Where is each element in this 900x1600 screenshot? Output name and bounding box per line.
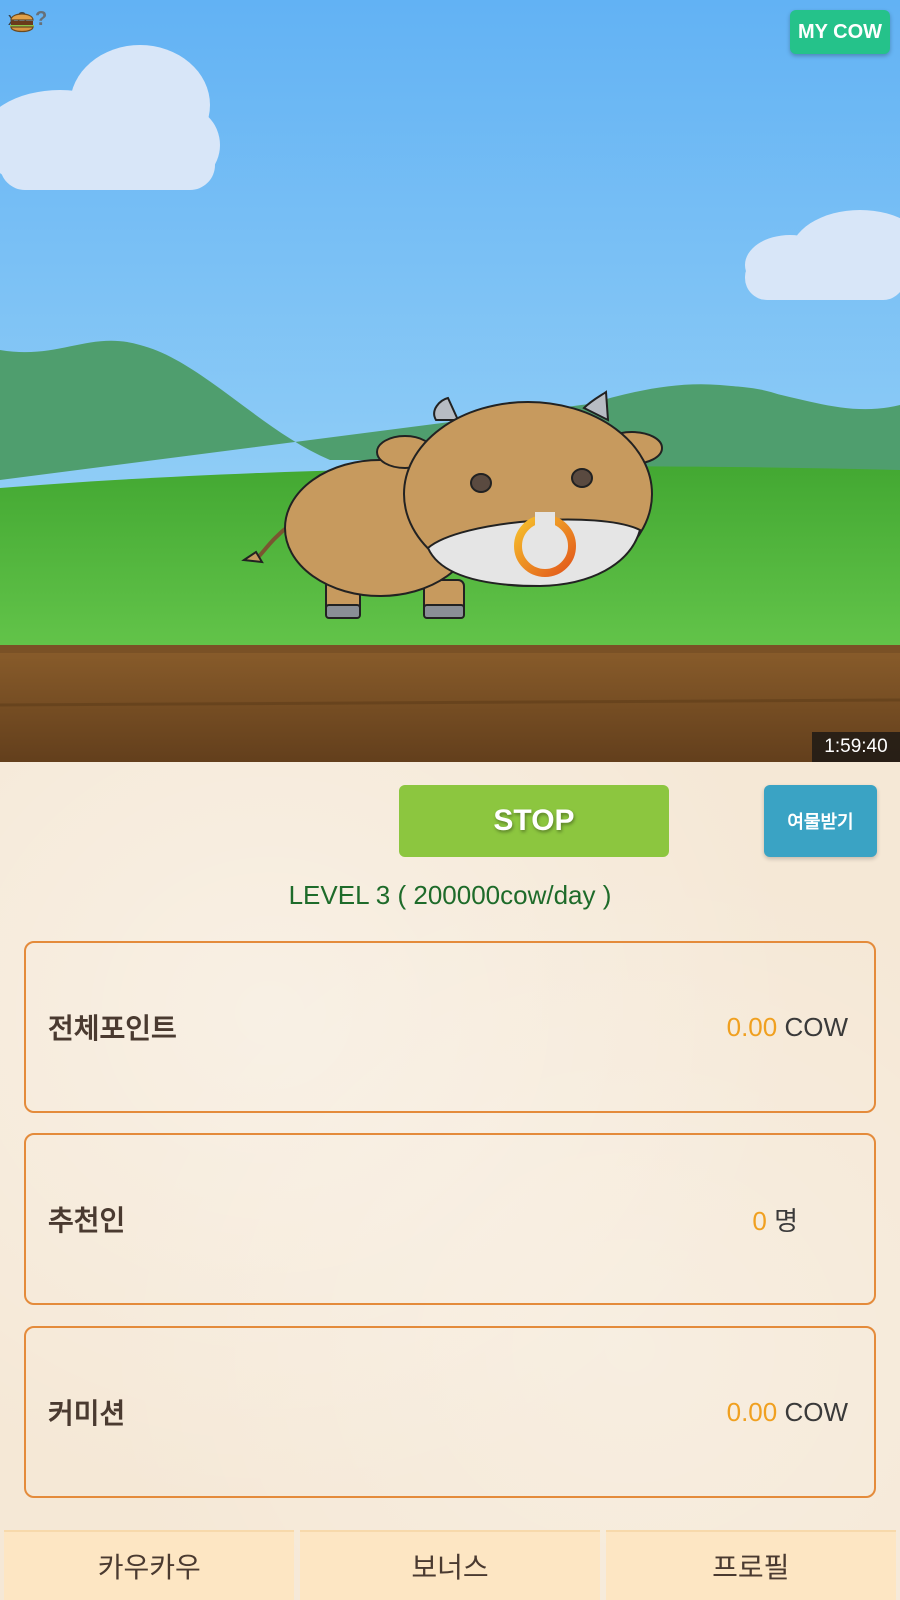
tab-cowcow[interactable]: 카우카우 bbox=[4, 1530, 295, 1600]
stat-number: 0 bbox=[752, 1205, 767, 1236]
game-scene: x0 ? MY COW 1:59:40 bbox=[0, 0, 900, 762]
stat-value: 0.00 COW bbox=[727, 1397, 848, 1428]
item-counter: x0 ? bbox=[8, 8, 47, 33]
stop-button[interactable]: STOP bbox=[399, 785, 669, 857]
stat-unit: COW bbox=[784, 1011, 848, 1042]
tab-bonus[interactable]: 보너스 bbox=[300, 1530, 600, 1600]
stat-number: 0.00 bbox=[726, 1396, 778, 1427]
control-panel: STOP 여물받기 LEVEL 3 ( 200000cow/day ) 전체포인… bbox=[0, 762, 900, 1600]
receive-feed-button[interactable]: 여물받기 bbox=[764, 785, 877, 857]
stat-unit: COW bbox=[784, 1396, 848, 1427]
tab-profile[interactable]: 프로필 bbox=[605, 1530, 896, 1600]
commission-card: 커미션 0.00 COW bbox=[24, 1326, 876, 1498]
bottom-nav: 카우카우 보너스 프로필 bbox=[4, 1530, 896, 1600]
stat-label: 커미션 bbox=[48, 1398, 126, 1429]
stat-value: 0 명 bbox=[752, 1201, 798, 1238]
stat-unit: 명 bbox=[774, 1205, 798, 1236]
level-info: LEVEL 3 ( 200000cow/day ) bbox=[288, 880, 612, 910]
scene-background bbox=[0, 0, 900, 762]
stat-label: 전체포인트 bbox=[48, 1013, 177, 1044]
help-icon[interactable]: ? bbox=[35, 8, 47, 31]
countdown-timer: 1:59:40 bbox=[812, 732, 900, 762]
stat-label: 추천인 bbox=[48, 1205, 126, 1236]
burger-icon bbox=[10, 13, 34, 33]
referrer-card: 추천인 0 명 bbox=[24, 1133, 876, 1305]
stat-value: 0.00 COW bbox=[727, 1012, 848, 1043]
my-cow-button[interactable]: MY COW bbox=[790, 10, 890, 54]
stat-number: 0.00 bbox=[726, 1011, 778, 1042]
total-points-card: 전체포인트 0.00 COW bbox=[24, 941, 876, 1113]
